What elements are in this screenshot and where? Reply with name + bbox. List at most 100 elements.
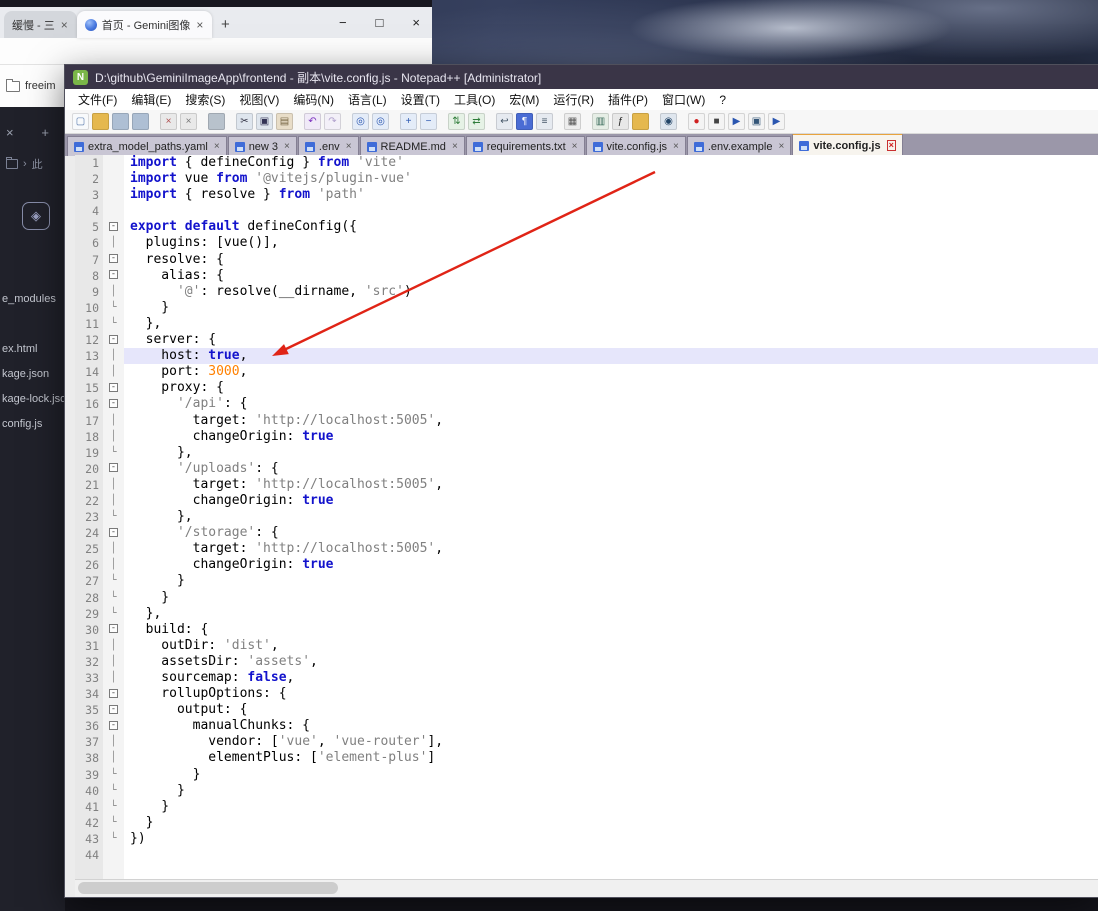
document-tab-vite.config.js[interactable]: vite.config.js× xyxy=(792,134,903,156)
user-defined-dialog-icon[interactable]: ▦ xyxy=(564,113,581,130)
word-wrap-icon[interactable]: ↩ xyxy=(496,113,513,130)
close-button[interactable]: × xyxy=(412,15,420,30)
code-line[interactable]: 27└ } xyxy=(75,573,1098,589)
menu-item[interactable]: 运行(R) xyxy=(546,91,601,108)
close-tab-icon[interactable]: × xyxy=(6,125,14,140)
show-all-characters-icon[interactable]: ¶ xyxy=(516,113,533,130)
horizontal-scrollbar[interactable] xyxy=(75,879,1098,897)
document-tab-new-3[interactable]: new 3× xyxy=(228,136,297,156)
code-line[interactable]: 16- '/api': { xyxy=(75,396,1098,412)
menu-item[interactable]: 宏(M) xyxy=(502,91,546,108)
tab-close-icon[interactable]: × xyxy=(452,141,458,152)
code-line[interactable]: 34- rollupOptions: { xyxy=(75,686,1098,702)
bookmark-label[interactable]: freeim xyxy=(25,80,56,92)
save-all-icon[interactable] xyxy=(132,113,149,130)
sync-horizontal-scroll-icon[interactable]: ⇄ xyxy=(468,113,485,130)
code-line[interactable]: 5-export default defineConfig({ xyxy=(75,219,1098,235)
explorer-file-kage-lock.jso[interactable]: kage-lock.jso xyxy=(2,387,65,412)
code-line[interactable]: 8- alias: { xyxy=(75,268,1098,284)
fold-marker[interactable]: - xyxy=(103,622,124,638)
tab-close-icon[interactable]: × xyxy=(673,141,679,152)
code-line[interactable]: 10└ } xyxy=(75,300,1098,316)
indent-guide-icon[interactable]: ≡ xyxy=(536,113,553,130)
fold-collapse-icon[interactable]: - xyxy=(109,254,118,263)
code-line[interactable]: 44 xyxy=(75,847,1098,863)
fold-marker[interactable]: - xyxy=(103,268,124,284)
fold-collapse-icon[interactable]: - xyxy=(109,463,118,472)
document-tab-extra_model_paths.yaml[interactable]: extra_model_paths.yaml× xyxy=(67,136,227,156)
code-line[interactable]: 17│ target: 'http://localhost:5005', xyxy=(75,413,1098,429)
function-list-icon[interactable]: ƒ xyxy=(612,113,629,130)
new-file-icon[interactable]: ▢ xyxy=(72,113,89,130)
explorer-file-config.js[interactable]: config.js xyxy=(2,412,65,437)
code-line[interactable]: 42└ } xyxy=(75,815,1098,831)
sync-vertical-scroll-icon[interactable]: ⇅ xyxy=(448,113,465,130)
code-editor[interactable]: 1import { defineConfig } from 'vite'2imp… xyxy=(75,155,1098,880)
monitoring-eye-icon[interactable]: ◉ xyxy=(660,113,677,130)
menu-item[interactable]: 文件(F) xyxy=(71,91,124,108)
zoom-in-icon[interactable]: + xyxy=(400,113,417,130)
breadcrumb-label[interactable]: 此 xyxy=(32,156,43,172)
browser-tab-1[interactable]: 缓慢 - 三 × xyxy=(4,11,77,38)
close-all-documents-icon[interactable]: × xyxy=(180,113,197,130)
save-macro-icon[interactable]: ▣ xyxy=(748,113,765,130)
app-logo-icon[interactable]: ◈ xyxy=(22,202,50,230)
close-document-icon[interactable]: × xyxy=(160,113,177,130)
fold-collapse-icon[interactable]: - xyxy=(109,335,118,344)
tab-close-icon[interactable]: × xyxy=(214,141,220,152)
document-map-icon[interactable]: ▥ xyxy=(592,113,609,130)
document-tab-.env[interactable]: .env× xyxy=(298,136,359,156)
code-line[interactable]: 29└ }, xyxy=(75,606,1098,622)
menu-item[interactable]: 搜索(S) xyxy=(178,91,232,108)
code-line[interactable]: 21│ target: 'http://localhost:5005', xyxy=(75,477,1098,493)
code-line[interactable]: 13│ host: true, xyxy=(75,348,1098,364)
fold-collapse-icon[interactable]: - xyxy=(109,383,118,392)
fold-marker[interactable]: - xyxy=(103,219,124,235)
fold-marker[interactable]: - xyxy=(103,525,124,541)
code-line[interactable]: 7- resolve: { xyxy=(75,252,1098,268)
code-line[interactable]: 11└ }, xyxy=(75,316,1098,332)
fold-marker[interactable]: - xyxy=(103,380,124,396)
code-line[interactable]: 3import { resolve } from 'path' xyxy=(75,187,1098,203)
folder-as-workspace-icon[interactable] xyxy=(632,113,649,130)
zoom-out-icon[interactable]: − xyxy=(420,113,437,130)
tab-close-icon[interactable]: × xyxy=(887,140,896,151)
menu-item[interactable]: 窗口(W) xyxy=(655,91,712,108)
code-line[interactable]: 38│ elementPlus: ['element-plus'] xyxy=(75,750,1098,766)
code-line[interactable]: 23└ }, xyxy=(75,509,1098,525)
explorer-file-e_modules[interactable]: e_modules xyxy=(2,287,65,312)
document-tab-.env.example[interactable]: .env.example× xyxy=(687,136,791,156)
code-line[interactable]: 22│ changeOrigin: true xyxy=(75,493,1098,509)
code-line[interactable]: 26│ changeOrigin: true xyxy=(75,557,1098,573)
replace-icon[interactable]: ◎ xyxy=(372,113,389,130)
code-line[interactable]: 31│ outDir: 'dist', xyxy=(75,638,1098,654)
tab-close-icon[interactable]: × xyxy=(346,141,352,152)
menu-item[interactable]: 编辑(E) xyxy=(124,91,178,108)
code-line[interactable]: 2import vue from '@vitejs/plugin-vue' xyxy=(75,171,1098,187)
code-line[interactable]: 39└ } xyxy=(75,767,1098,783)
code-line[interactable]: 18│ changeOrigin: true xyxy=(75,429,1098,445)
print-icon[interactable] xyxy=(208,113,225,130)
code-line[interactable]: 9│ '@': resolve(__dirname, 'src') xyxy=(75,284,1098,300)
explorer-file-ex.html[interactable]: ex.html xyxy=(2,337,65,362)
menu-item[interactable]: 设置(T) xyxy=(394,91,447,108)
fold-marker[interactable]: - xyxy=(103,332,124,348)
run-macro-multiple-icon[interactable]: ▶ xyxy=(768,113,785,130)
menu-item[interactable]: 编码(N) xyxy=(286,91,341,108)
menu-item[interactable]: 工具(O) xyxy=(447,91,502,108)
find-icon[interactable]: ◎ xyxy=(352,113,369,130)
new-tab-button[interactable]: + xyxy=(212,11,238,38)
code-line[interactable]: 41└ } xyxy=(75,799,1098,815)
fold-collapse-icon[interactable]: - xyxy=(109,399,118,408)
tab-close-icon[interactable]: × xyxy=(60,18,69,32)
open-folder-icon[interactable] xyxy=(92,113,109,130)
document-tab-vite.config.js[interactable]: vite.config.js× xyxy=(586,136,686,156)
code-line[interactable]: 12- server: { xyxy=(75,332,1098,348)
notepadpp-titlebar[interactable]: N D:\github\GeminiImageApp\frontend - 副本… xyxy=(65,65,1098,89)
fold-collapse-icon[interactable]: - xyxy=(109,721,118,730)
scrollbar-thumb[interactable] xyxy=(78,882,338,894)
code-line[interactable]: 32│ assetsDir: 'assets', xyxy=(75,654,1098,670)
tab-close-icon[interactable]: × xyxy=(284,141,290,152)
fold-collapse-icon[interactable]: - xyxy=(109,222,118,231)
document-tab-requirements.txt[interactable]: requirements.txt× xyxy=(466,136,585,156)
